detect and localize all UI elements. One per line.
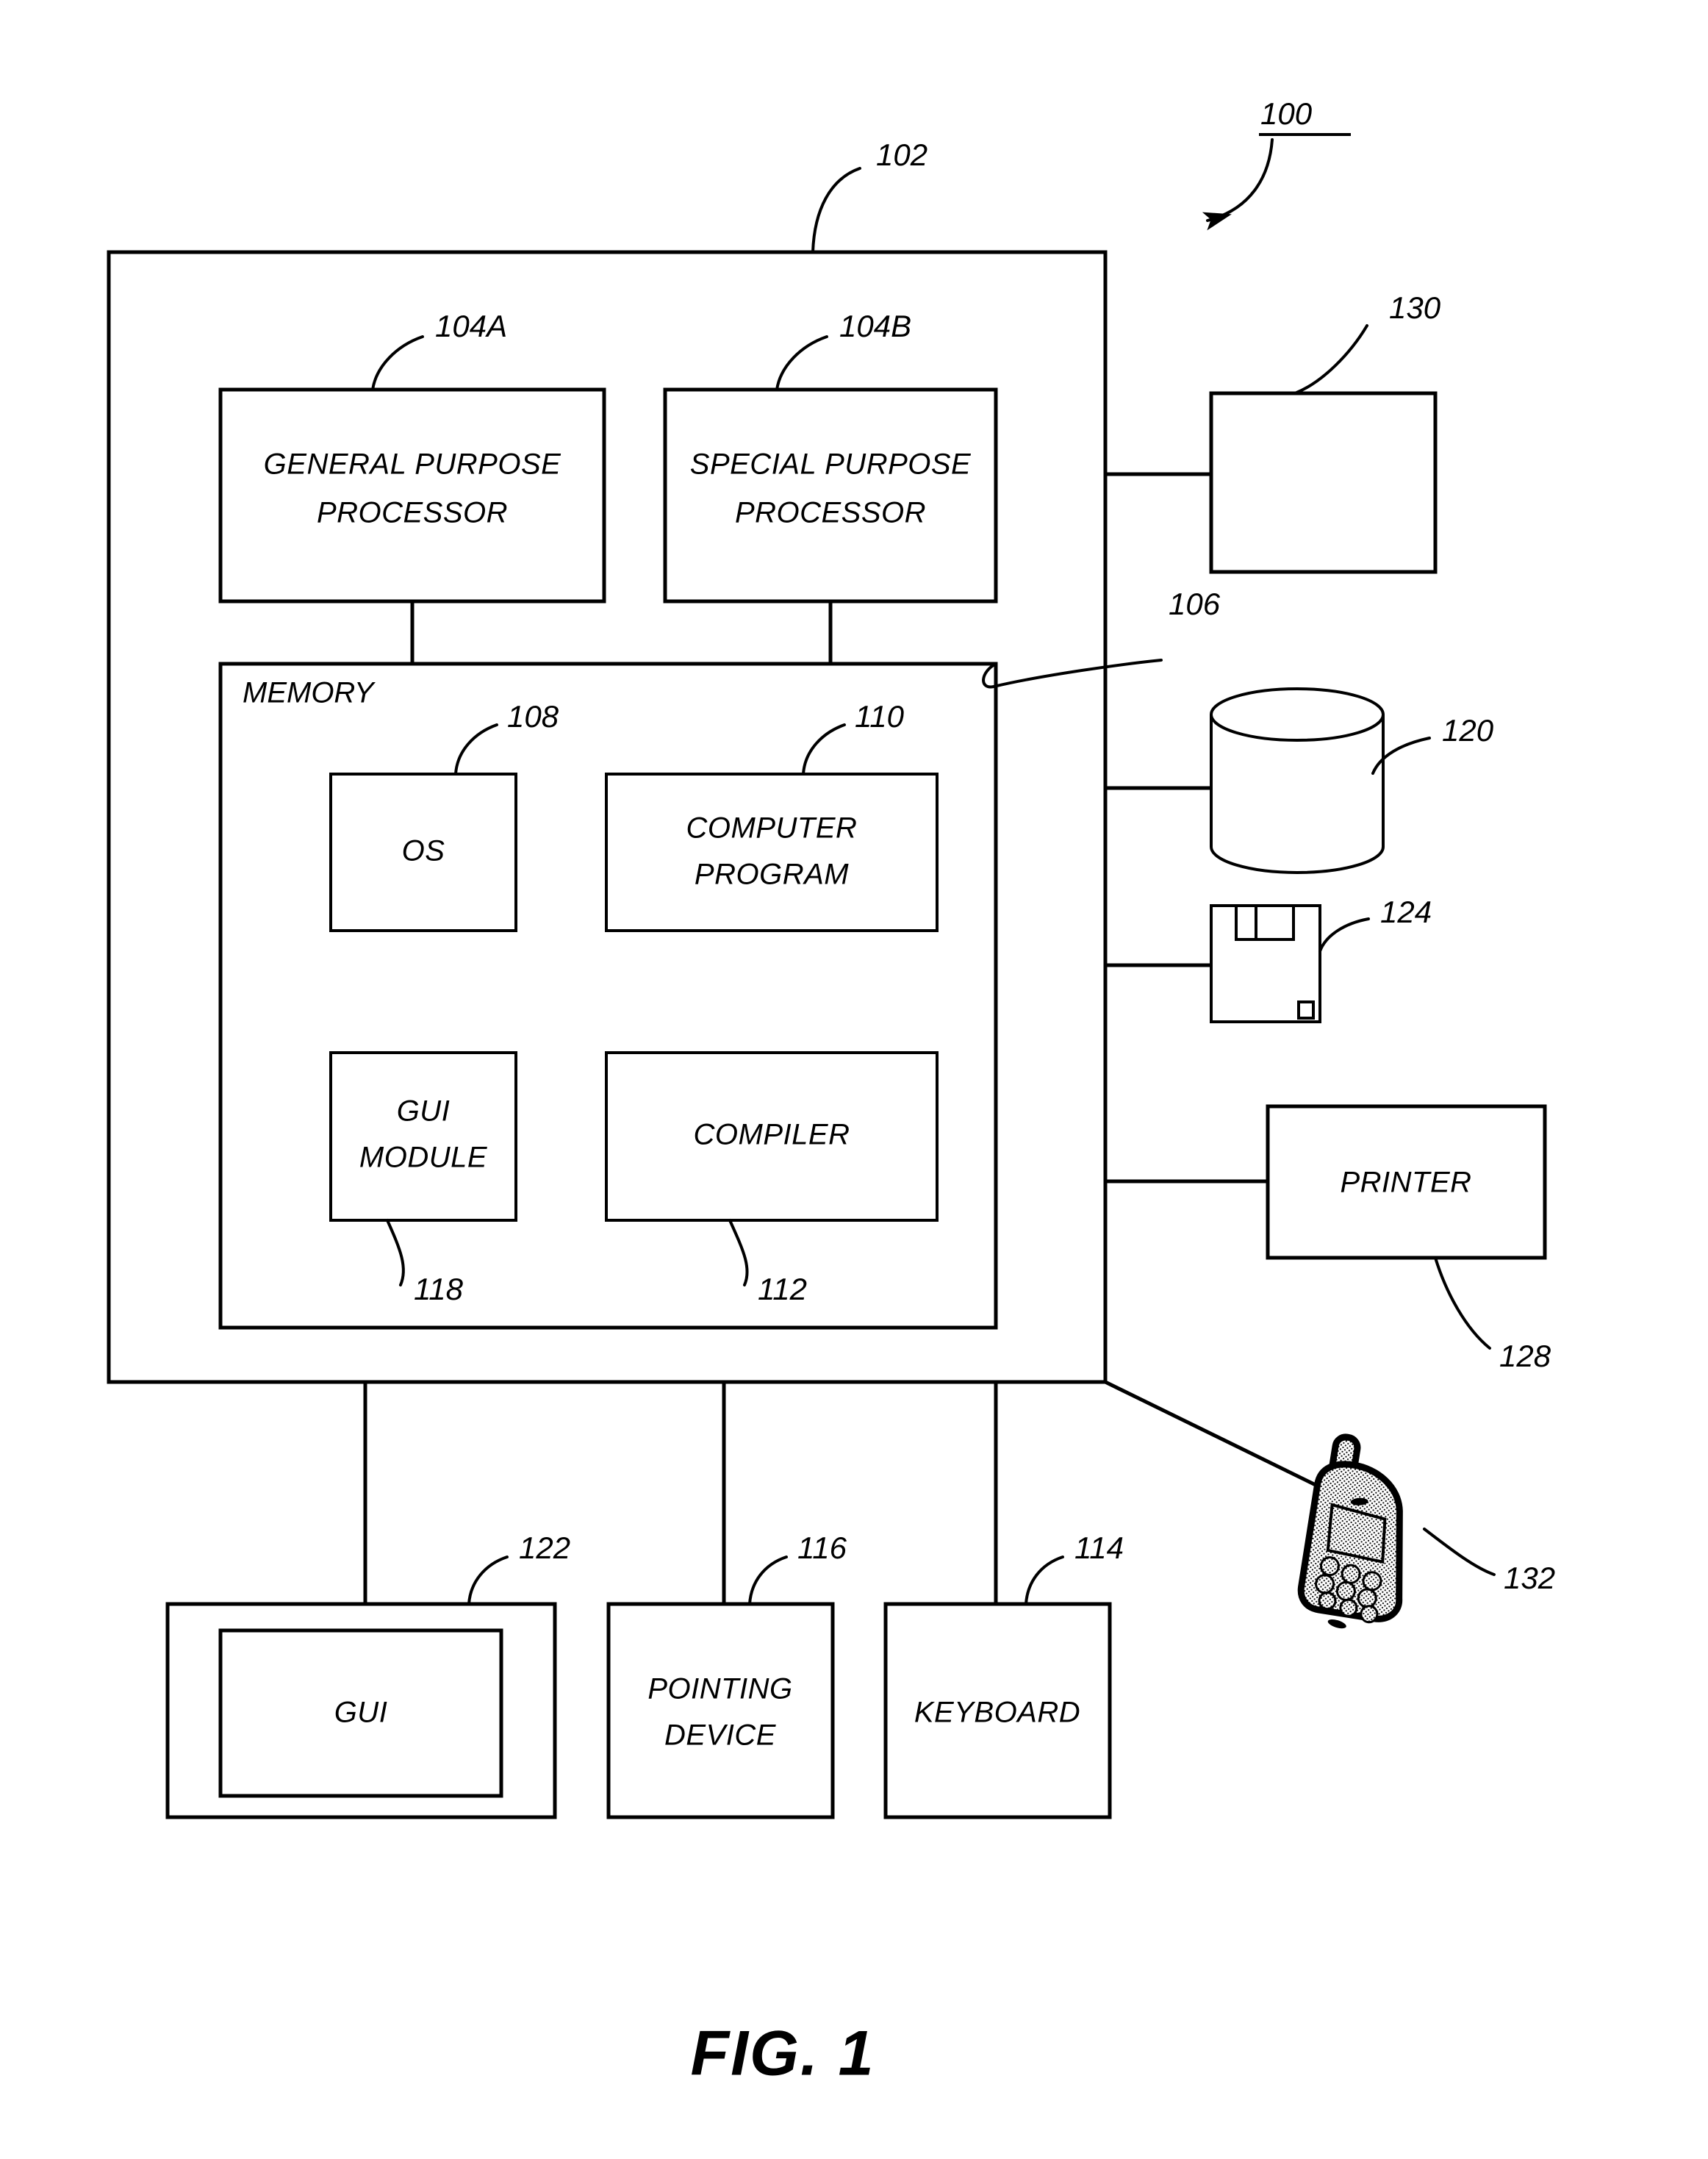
printer-label: PRINTER bbox=[1340, 1167, 1471, 1199]
pointing-device-label-line1: POINTING bbox=[647, 1673, 792, 1705]
ref-number-102: 102 bbox=[876, 137, 927, 172]
leader-118 bbox=[386, 1219, 405, 1286]
pointing-device-box-116 bbox=[606, 1602, 835, 1819]
ref-124-group: 124 bbox=[1318, 895, 1432, 953]
memory-box-106 bbox=[218, 662, 998, 1330]
computer-program-label-line2: PROGRAM bbox=[695, 859, 849, 891]
leader-114 bbox=[1025, 1555, 1064, 1605]
leader-116 bbox=[748, 1555, 788, 1605]
ref-128-group: 128 bbox=[1434, 1256, 1551, 1373]
ref-112-group: 112 bbox=[728, 1219, 807, 1306]
special-purpose-processor-label-line1: SPECIAL PURPOSE bbox=[690, 448, 972, 481]
ref-104b-group: 104B bbox=[775, 309, 911, 391]
ref-number-122: 122 bbox=[519, 1530, 570, 1565]
ref-122-group: 122 bbox=[467, 1530, 570, 1605]
ref-114-group: 114 bbox=[1025, 1530, 1124, 1605]
leader-104B bbox=[775, 335, 828, 391]
ref-number-104B: 104B bbox=[839, 309, 911, 343]
general-purpose-processor-label-line2: PROCESSOR bbox=[317, 497, 508, 529]
ref-102-group: 102 bbox=[811, 137, 927, 254]
ref-number-120: 120 bbox=[1442, 713, 1494, 748]
ref-number-130: 130 bbox=[1389, 290, 1441, 325]
ref-number-124: 124 bbox=[1380, 895, 1432, 929]
leader-124 bbox=[1318, 917, 1370, 953]
patent-figure: 100 102 GENERAL PURPOSE PROCESSOR 104A S… bbox=[0, 0, 1708, 2159]
ref-number-118: 118 bbox=[414, 1272, 464, 1306]
leader-108 bbox=[454, 723, 498, 776]
leader-106 bbox=[982, 659, 1163, 689]
keyboard-label: KEYBOARD bbox=[914, 1697, 1080, 1729]
device-box-130 bbox=[1209, 391, 1438, 574]
ref-number-114: 114 bbox=[1074, 1530, 1124, 1565]
leader-102 bbox=[811, 167, 861, 254]
ref-132-group: 132 bbox=[1423, 1528, 1555, 1595]
special-purpose-processor-box bbox=[663, 387, 998, 604]
ref-120-group: 120 bbox=[1371, 713, 1494, 775]
microphone-slot bbox=[1327, 1619, 1346, 1629]
system-arrow bbox=[1202, 138, 1274, 231]
ref-number-104A: 104A bbox=[435, 309, 507, 343]
ref-number-108: 108 bbox=[507, 699, 559, 734]
leader-130 bbox=[1293, 324, 1368, 395]
gui-module-label-line2: MODULE bbox=[359, 1142, 488, 1174]
computer-program-label-line1: COMPUTER bbox=[686, 812, 858, 845]
leader-128 bbox=[1434, 1256, 1491, 1350]
gui-module-label-line1: GUI bbox=[397, 1095, 451, 1128]
leader-132 bbox=[1423, 1528, 1496, 1576]
special-purpose-processor-label-line2: PROCESSOR bbox=[735, 497, 926, 529]
general-purpose-processor-box bbox=[218, 387, 606, 604]
ref-number-112: 112 bbox=[758, 1272, 807, 1306]
general-purpose-processor-label-line1: GENERAL PURPOSE bbox=[264, 448, 561, 481]
leader-104A bbox=[371, 335, 424, 391]
cylinder-database-icon bbox=[1210, 687, 1385, 874]
ref-number-110: 110 bbox=[855, 699, 905, 734]
ref-118-group: 118 bbox=[386, 1219, 464, 1306]
ref-number-132: 132 bbox=[1504, 1561, 1555, 1595]
memory-label: MEMORY bbox=[243, 677, 376, 709]
leader-120 bbox=[1371, 737, 1431, 775]
floppy-disk-icon bbox=[1210, 904, 1321, 1023]
leader-112 bbox=[728, 1219, 749, 1286]
ref-116-group: 116 bbox=[748, 1530, 847, 1605]
ref-number-100: 100 bbox=[1260, 96, 1313, 131]
leader-122 bbox=[467, 1555, 509, 1605]
pointing-device-label-line2: DEVICE bbox=[664, 1719, 777, 1752]
os-label: OS bbox=[402, 835, 445, 867]
leader-110 bbox=[802, 723, 846, 776]
ref-106-group: 106 bbox=[982, 587, 1221, 689]
computer-program-box bbox=[605, 773, 939, 932]
gui-module-box bbox=[329, 1051, 517, 1222]
mobile-phone-icon bbox=[1297, 1433, 1403, 1629]
ref-130-group: 130 bbox=[1293, 290, 1441, 395]
gui-label: GUI bbox=[334, 1697, 388, 1729]
ref-number-106: 106 bbox=[1169, 587, 1221, 621]
connector-to-mobile-132 bbox=[1104, 1380, 1317, 1487]
ref-110-group: 110 bbox=[802, 699, 905, 776]
ref-104a-group: 104A bbox=[371, 309, 507, 391]
ref-number-116: 116 bbox=[797, 1530, 847, 1565]
ref-number-128: 128 bbox=[1499, 1339, 1551, 1373]
ref-108-group: 108 bbox=[454, 699, 559, 776]
system-ref-100-group: 100 bbox=[1202, 96, 1351, 231]
figure-caption: FIG. 1 bbox=[691, 2019, 875, 2089]
figure-1-block-diagram: 100 102 GENERAL PURPOSE PROCESSOR 104A S… bbox=[107, 96, 1555, 2089]
compiler-label: COMPILER bbox=[694, 1119, 850, 1151]
